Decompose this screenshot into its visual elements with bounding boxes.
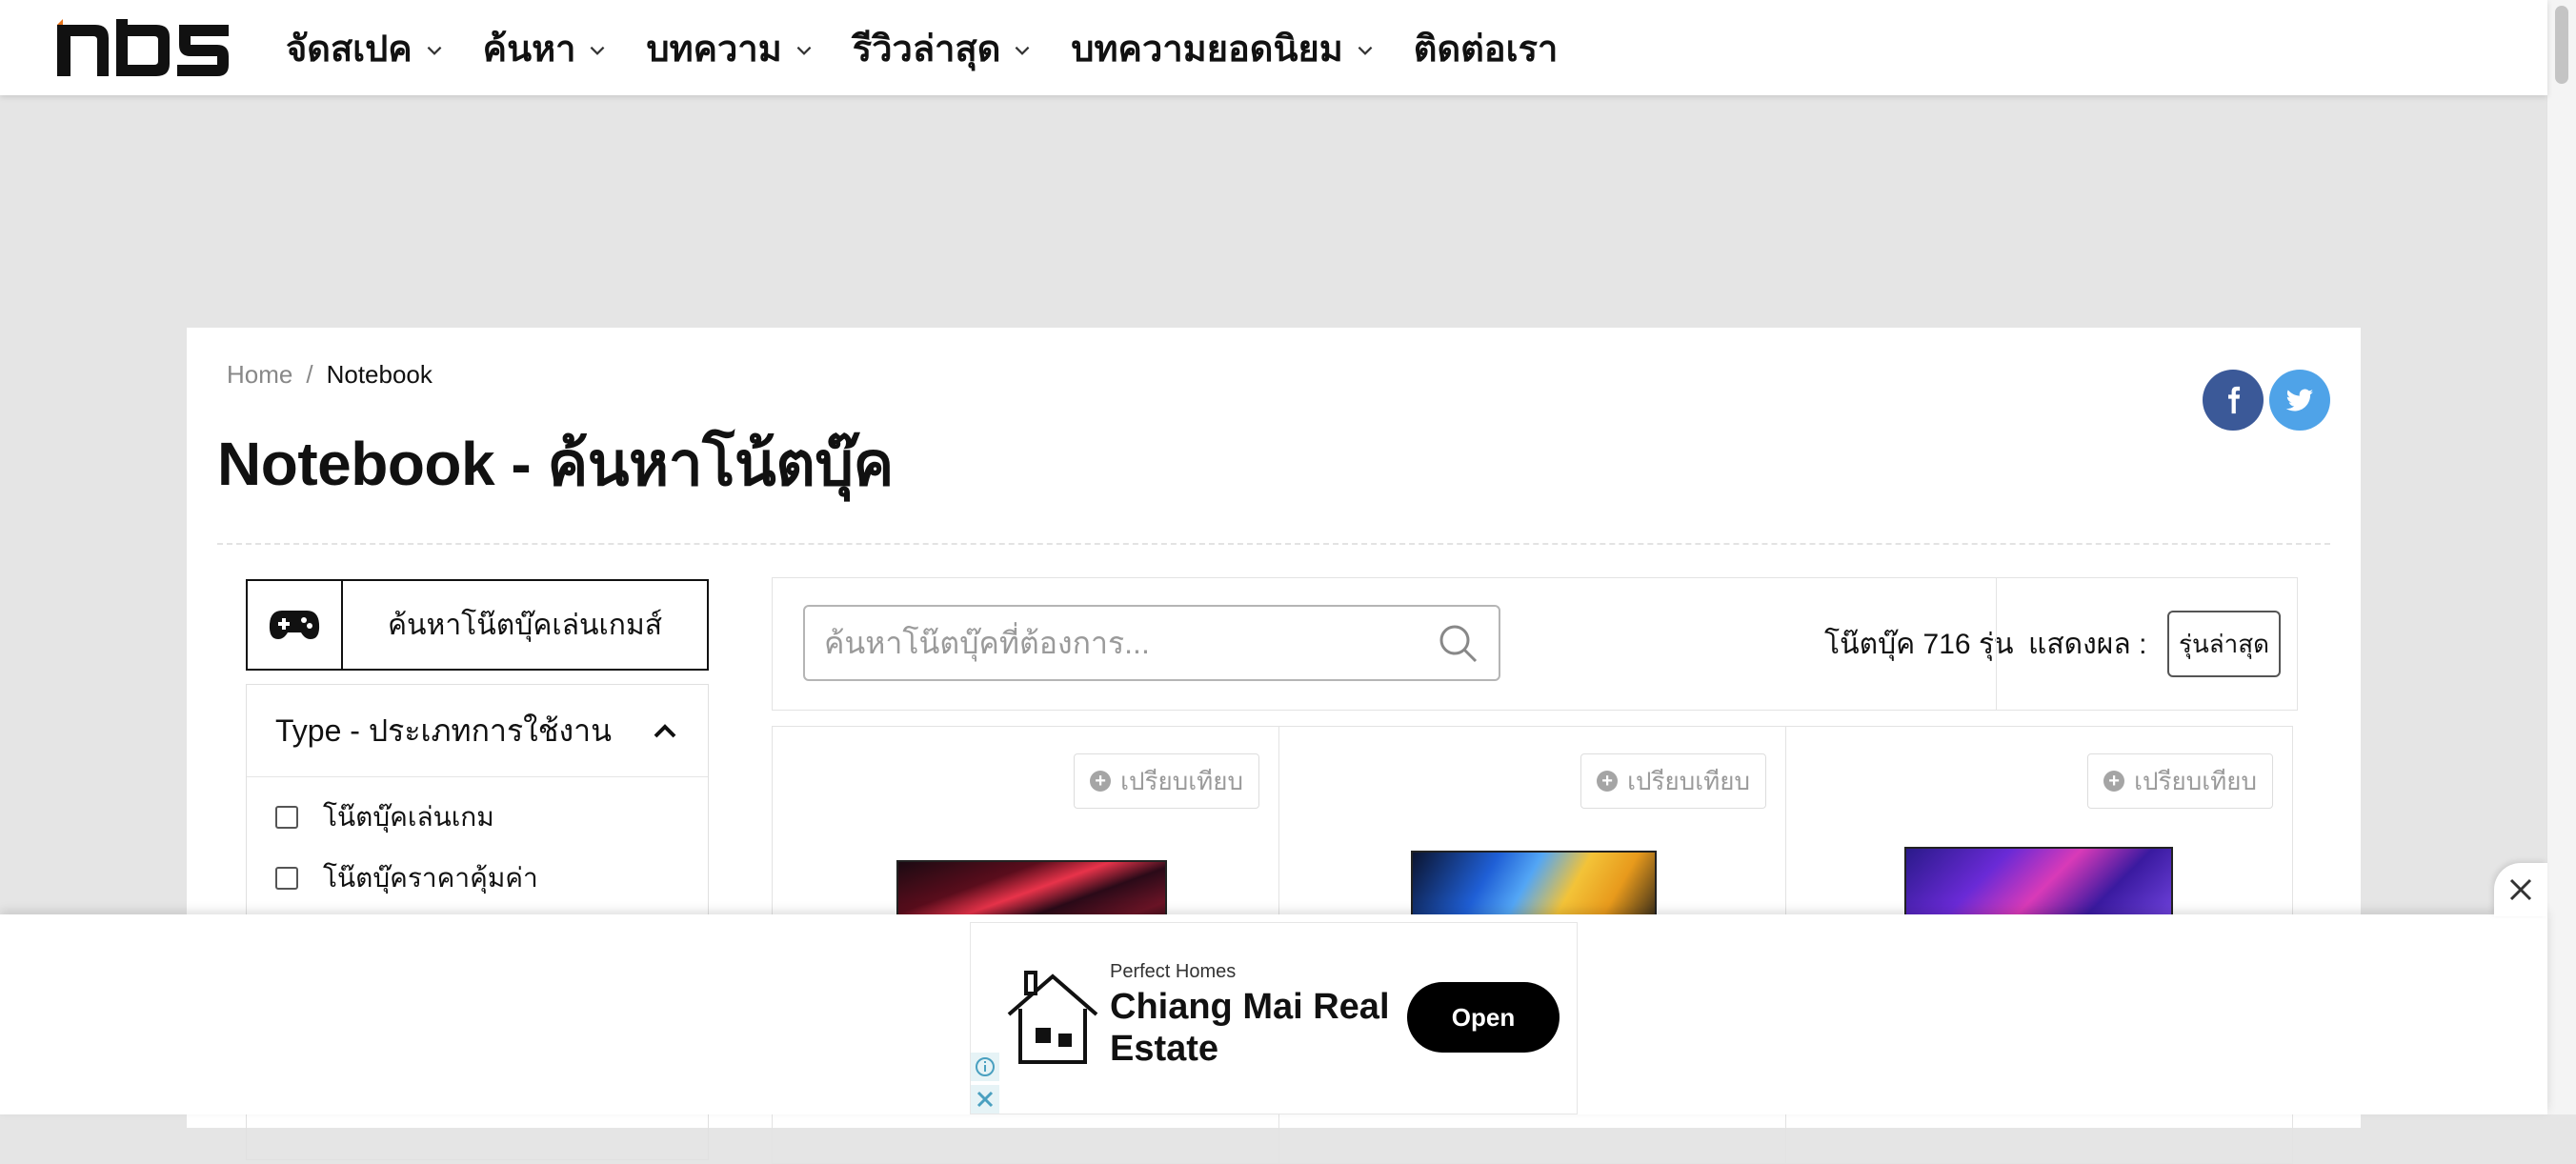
ad-headline[interactable]: Chiang Mai Real Estate	[1110, 986, 1396, 1070]
menu-item-search[interactable]: ค้นหา	[483, 19, 609, 77]
menu-item-label: รีวิวล่าสุด	[852, 29, 1001, 70]
social-share	[2203, 370, 2330, 431]
breadcrumb-home-link[interactable]: Home	[227, 360, 292, 390]
page-title: Notebook - ค้นหาโน้ตบุ๊ค	[217, 430, 894, 498]
house-icon	[1007, 971, 1098, 1064]
ad-close-icon[interactable]	[971, 1085, 999, 1114]
menu-item-contact[interactable]: ติดต่อเรา	[1414, 19, 1559, 77]
compare-button[interactable]: + เปรียบเทียบ	[2087, 753, 2273, 809]
chevron-down-icon	[1016, 46, 1030, 55]
gaming-notebook-search-label: ค้นหาโน๊ตบุ๊คเล่นเกมส์	[387, 609, 663, 641]
menu-item-label: จัดสเปค	[286, 29, 413, 70]
ad-collapse-button[interactable]	[2494, 863, 2547, 916]
filter-option-value[interactable]: โน๊ตบุ๊คราคาคุ้มค่า	[275, 848, 708, 909]
gamepad-icon-box	[248, 581, 343, 669]
menu-item-spec[interactable]: จัดสเปค	[286, 19, 445, 77]
notebook-count: โน๊ตบุ๊ค 716 รุ่น	[1824, 628, 2014, 660]
plus-circle-icon: +	[1597, 771, 1619, 792]
chevron-up-icon	[654, 724, 676, 738]
bottom-ad-banner: Perfect Homes Chiang Mai Real Estate Ope…	[0, 914, 2547, 1114]
main-menu: จัดสเปค ค้นหา บทความ รีวิวล่าสุด บทความย…	[286, 0, 1596, 95]
menu-item-articles[interactable]: บทความ	[646, 19, 814, 77]
compare-button[interactable]: + เปรียบเทียบ	[1074, 753, 1259, 809]
plus-circle-icon: +	[2103, 771, 2125, 792]
close-icon	[976, 1091, 994, 1108]
scrollbar-thumb[interactable]	[2555, 6, 2568, 84]
info-icon	[976, 1057, 995, 1076]
menu-item-popular-articles[interactable]: บทความยอดนิยม	[1071, 19, 1375, 77]
compare-label: เปรียบเทียบ	[1627, 766, 1750, 795]
notebook-search-box[interactable]	[803, 605, 1500, 681]
twitter-icon	[2285, 389, 2314, 411]
close-icon	[2509, 878, 2532, 901]
breadcrumb-current: Notebook	[326, 360, 433, 389]
notebook-search-input[interactable]	[805, 610, 1436, 676]
gamepad-icon	[269, 611, 320, 639]
filter-checkbox[interactable]	[275, 867, 298, 890]
top-navigation: จัดสเปค ค้นหา บทความ รีวิวล่าสุด บทความย…	[0, 0, 2547, 95]
search-toolbar: โน๊ตบุ๊ค 716 รุ่น แสดงผล : รุ่นล่าสุด	[772, 577, 2298, 711]
menu-item-label: บทความ	[646, 29, 782, 70]
compare-button[interactable]: + เปรียบเทียบ	[1580, 753, 1766, 809]
menu-item-label: ค้นหา	[482, 29, 576, 70]
chevron-down-icon	[591, 46, 605, 55]
ad-open-button[interactable]: Open	[1407, 982, 1560, 1053]
chevron-down-icon	[427, 46, 442, 55]
compare-label: เปรียบเทียบ	[2134, 766, 2257, 795]
chevron-down-icon	[1358, 46, 1373, 55]
type-filter-header[interactable]: Type - ประเภทการใช้งาน	[247, 685, 708, 777]
twitter-share-button[interactable]	[2269, 370, 2330, 431]
title-divider	[217, 543, 2330, 545]
site-logo[interactable]	[55, 17, 231, 78]
plus-circle-icon: +	[1090, 771, 1112, 792]
gaming-notebook-search-button[interactable]: ค้นหาโน๊ตบุ๊คเล่นเกมส์	[246, 579, 709, 671]
facebook-share-button[interactable]	[2203, 370, 2264, 431]
compare-label: เปรียบเทียบ	[1120, 766, 1243, 795]
menu-item-label: ติดต่อเรา	[1413, 29, 1559, 70]
toolbar-separator	[1996, 578, 1997, 710]
menu-item-latest-reviews[interactable]: รีวิวล่าสุด	[853, 19, 1034, 77]
ad-advertiser: Perfect Homes	[1110, 961, 1237, 982]
search-icon[interactable]	[1436, 621, 1479, 665]
menu-item-label: บทความยอดนิยม	[1071, 29, 1343, 70]
facebook-icon	[2228, 386, 2241, 414]
filter-option-label: โน๊ตบุ๊คเล่นเกม	[323, 802, 494, 832]
filter-checkbox[interactable]	[275, 806, 298, 829]
chevron-down-icon	[796, 46, 812, 55]
sort-label: แสดงผล :	[2028, 628, 2147, 660]
breadcrumb: Home / Notebook	[227, 360, 433, 390]
filter-option-gaming[interactable]: โน๊ตบุ๊คเล่นเกม	[275, 787, 708, 848]
sort-select[interactable]: รุ่นล่าสุด	[2167, 611, 2282, 677]
filter-option-label: โน๊ตบุ๊คราคาคุ้มค่า	[323, 863, 538, 893]
ad-unit[interactable]: Perfect Homes Chiang Mai Real Estate Ope…	[970, 922, 1578, 1114]
page-scrollbar[interactable]	[2546, 0, 2576, 1114]
type-filter-title: Type - ประเภทการใช้งาน	[275, 712, 612, 748]
ad-info-icon[interactable]	[971, 1053, 999, 1081]
breadcrumb-separator: /	[306, 360, 313, 389]
